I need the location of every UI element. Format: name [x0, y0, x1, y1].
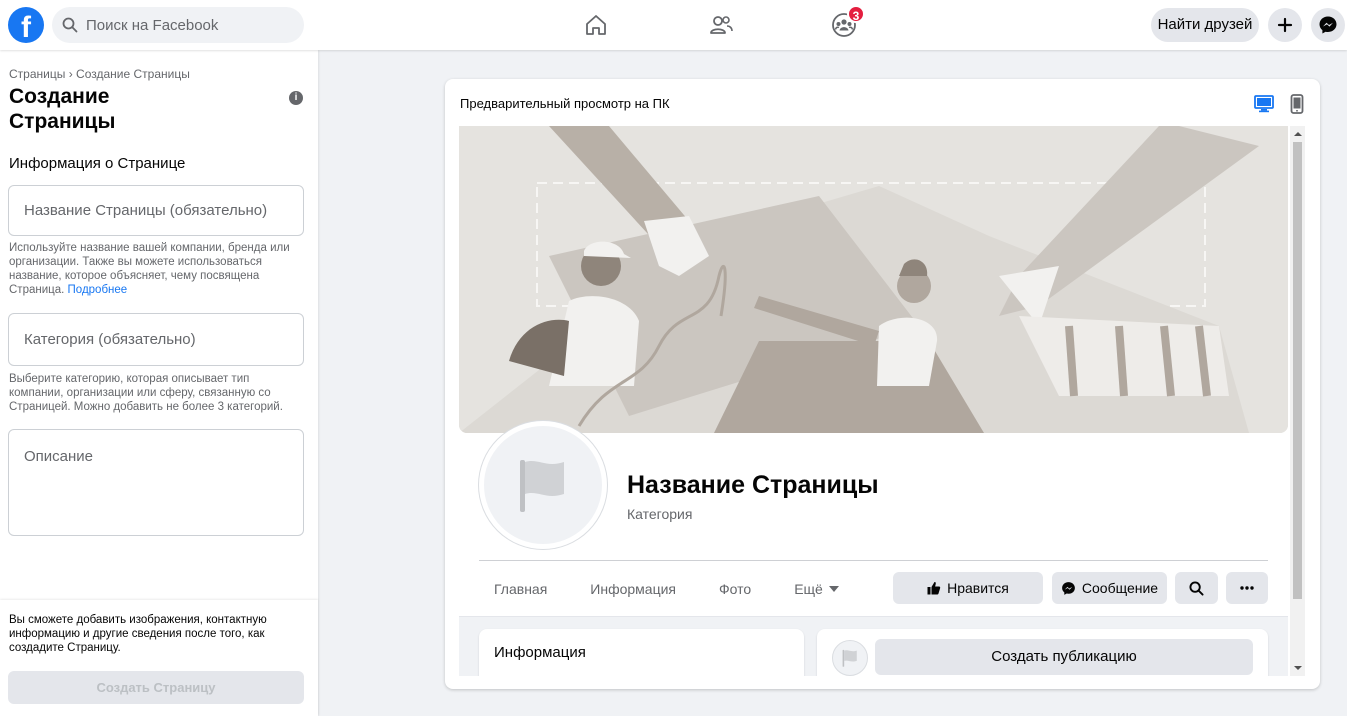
groups-notification-badge: 3	[847, 5, 865, 23]
page-name-help: Используйте название вашей компании, бре…	[9, 241, 303, 297]
tab-more[interactable]: Ещё	[780, 581, 840, 597]
create-post-button[interactable]: Создать публикацию	[875, 639, 1253, 675]
desktop-preview-button[interactable]	[1253, 93, 1275, 115]
flag-icon	[842, 649, 857, 667]
create-page-button[interactable]: Создать Страницу	[8, 671, 304, 704]
preview-scroll-area: Название Страницы Категория Главная Инфо…	[459, 126, 1305, 676]
messenger-icon	[1319, 16, 1337, 34]
tab-photos[interactable]: Фото	[705, 581, 751, 597]
page-search-button[interactable]	[1175, 572, 1218, 604]
create-post-card: Создать публикацию	[817, 629, 1268, 676]
plus-icon	[1277, 17, 1293, 33]
info-card: Информация	[479, 629, 804, 676]
mobile-preview-button[interactable]	[1286, 93, 1308, 115]
breadcrumb-current: Создание Страницы	[76, 67, 190, 81]
friends-icon	[710, 16, 733, 34]
flag-icon	[520, 460, 564, 512]
footer-note: Вы сможете добавить изображения, контакт…	[9, 614, 267, 654]
breadcrumb-separator: ›	[68, 67, 73, 81]
category-help: Выберите категорию, которая описывает ти…	[9, 373, 283, 413]
preview-page-category: Категория	[627, 506, 693, 522]
caret-down-icon	[828, 586, 839, 592]
page-info-heading: Информация о Странице	[9, 155, 186, 172]
breadcrumb-pages-link[interactable]: Страницы	[9, 67, 65, 81]
post-avatar	[832, 640, 868, 676]
scroll-up-arrow[interactable]	[1294, 132, 1302, 136]
messenger-icon	[1062, 581, 1075, 595]
cover-photo	[459, 126, 1288, 433]
more-dots-icon	[1240, 586, 1254, 590]
friends-nav-button[interactable]	[704, 8, 738, 42]
search-icon	[1189, 580, 1204, 596]
search-box[interactable]	[52, 7, 304, 43]
tab-home[interactable]: Главная	[479, 581, 547, 597]
desktop-icon	[1254, 95, 1274, 113]
preview-title: Предварительный просмотр на ПК	[460, 96, 670, 111]
home-icon	[586, 15, 606, 35]
facebook-logo[interactable]: f	[8, 7, 44, 43]
preview-page-name: Название Страницы	[627, 471, 879, 499]
category-input[interactable]	[8, 313, 304, 366]
home-nav-button[interactable]	[579, 8, 613, 42]
more-options-button[interactable]	[1226, 572, 1268, 604]
profile-picture	[479, 421, 607, 549]
create-page-sidebar: Страницы › Создание Страницы Создание Ст…	[0, 50, 318, 716]
like-button[interactable]: Нравится	[893, 572, 1043, 604]
scroll-thumb[interactable]	[1293, 142, 1302, 599]
top-navigation-bar: f 3 Найти друзей	[0, 0, 1347, 50]
like-button-label: Нравится	[947, 580, 1009, 596]
cover-illustration	[459, 126, 1288, 433]
info-card-title: Информация	[494, 644, 586, 661]
find-friends-button[interactable]: Найти друзей	[1151, 8, 1259, 42]
header-divider	[479, 560, 1268, 561]
tab-more-label: Ещё	[794, 581, 823, 597]
page-tabs: Главная Информация Фото Ещё	[479, 573, 869, 605]
breadcrumb: Страницы › Создание Страницы	[9, 67, 190, 81]
groups-nav-button[interactable]: 3	[827, 5, 865, 42]
page-body: Информация Создать публикацию	[459, 616, 1288, 676]
description-input[interactable]	[8, 429, 304, 536]
create-button[interactable]	[1268, 8, 1302, 42]
messenger-button[interactable]	[1311, 8, 1345, 42]
tab-info[interactable]: Информация	[576, 581, 676, 597]
search-input[interactable]	[86, 16, 286, 34]
sidebar-title: Создание Страницы	[9, 85, 116, 133]
mobile-icon	[1290, 94, 1304, 114]
learn-more-link[interactable]: Подробнее	[68, 284, 128, 296]
message-button[interactable]: Сообщение	[1052, 572, 1167, 604]
message-button-label: Сообщение	[1081, 580, 1159, 596]
sidebar-footer: Вы сможете добавить изображения, контакт…	[0, 600, 318, 716]
preview-scrollbar[interactable]	[1290, 126, 1305, 676]
search-icon	[62, 17, 78, 33]
page-name-input[interactable]	[8, 185, 304, 236]
info-icon[interactable]: i	[289, 91, 303, 105]
desktop-preview-panel: Предварительный просмотр на ПК Название …	[445, 79, 1320, 689]
scroll-down-arrow[interactable]	[1294, 666, 1302, 670]
page-name-help-text: Используйте название вашей компании, бре…	[9, 242, 290, 296]
thumbs-up-icon	[927, 582, 941, 595]
